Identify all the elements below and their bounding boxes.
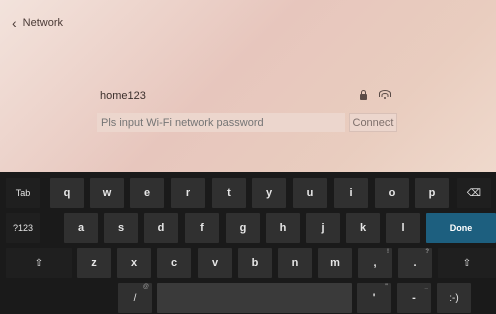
key-n[interactable]: n [278,248,312,278]
key-r[interactable]: r [171,178,205,208]
key-symbols[interactable]: ?123 [6,213,40,243]
key-tab[interactable]: Tab [6,178,40,208]
key-k[interactable]: k [346,213,380,243]
back-label: Network [22,17,64,29]
key-z[interactable]: z [77,248,111,278]
backspace-key[interactable]: ⌫ [457,178,491,208]
space-bar[interactable] [157,283,352,313]
done-button[interactable]: Done [426,213,496,243]
key-w[interactable]: w [90,178,124,208]
key-apostrophe-label: ' [372,292,376,304]
key-x[interactable]: x [117,248,151,278]
network-ssid: home123 [100,90,146,102]
key-g[interactable]: g [226,213,260,243]
on-screen-keyboard: Tab q w e r t y u i o p ⌫ ?123 a s d f g… [0,172,496,314]
key-i[interactable]: i [334,178,368,208]
key-p[interactable]: p [415,178,449,208]
key-y[interactable]: y [252,178,286,208]
key-q[interactable]: q [50,178,84,208]
key-period-label: . [413,257,417,269]
key-period-hint: ? [425,249,429,255]
key-dash[interactable]: - _ [397,283,431,313]
key-smiley[interactable]: :-) [437,283,471,313]
shift-key-left[interactable]: ⇧ [6,248,72,278]
key-e[interactable]: e [130,178,164,208]
key-dash-hint: _ [424,284,428,290]
key-t[interactable]: t [212,178,246,208]
key-s[interactable]: s [104,213,138,243]
key-apostrophe-hint: " [385,284,388,290]
key-period[interactable]: . ? [398,248,432,278]
shift-key-right[interactable]: ⇧ [438,248,496,278]
key-o[interactable]: o [375,178,409,208]
key-h[interactable]: h [266,213,300,243]
key-comma-label: , [373,257,377,269]
key-apostrophe[interactable]: ' " [357,283,391,313]
key-d[interactable]: d [144,213,178,243]
network-status-icons [360,89,391,100]
key-j[interactable]: j [306,213,340,243]
key-c[interactable]: c [157,248,191,278]
key-comma-hint: ! [387,249,389,255]
key-dash-label: - [412,292,416,304]
key-u[interactable]: u [293,178,327,208]
key-m[interactable]: m [318,248,352,278]
connect-button[interactable]: Connect [349,113,397,132]
key-f[interactable]: f [185,213,219,243]
key-slash[interactable]: / @ [118,283,152,313]
key-l[interactable]: l [386,213,420,243]
key-comma[interactable]: , ! [358,248,392,278]
back-button[interactable]: ‹ Network [12,14,63,32]
wifi-icon [379,90,391,100]
key-slash-hint: @ [142,284,149,290]
chevron-left-icon: ‹ [12,15,17,31]
lock-icon [360,89,367,100]
key-v[interactable]: v [198,248,232,278]
key-slash-label: / [133,292,137,304]
network-panel [0,0,496,172]
key-b[interactable]: b [238,248,272,278]
key-a[interactable]: a [64,213,98,243]
password-input[interactable] [97,113,345,132]
